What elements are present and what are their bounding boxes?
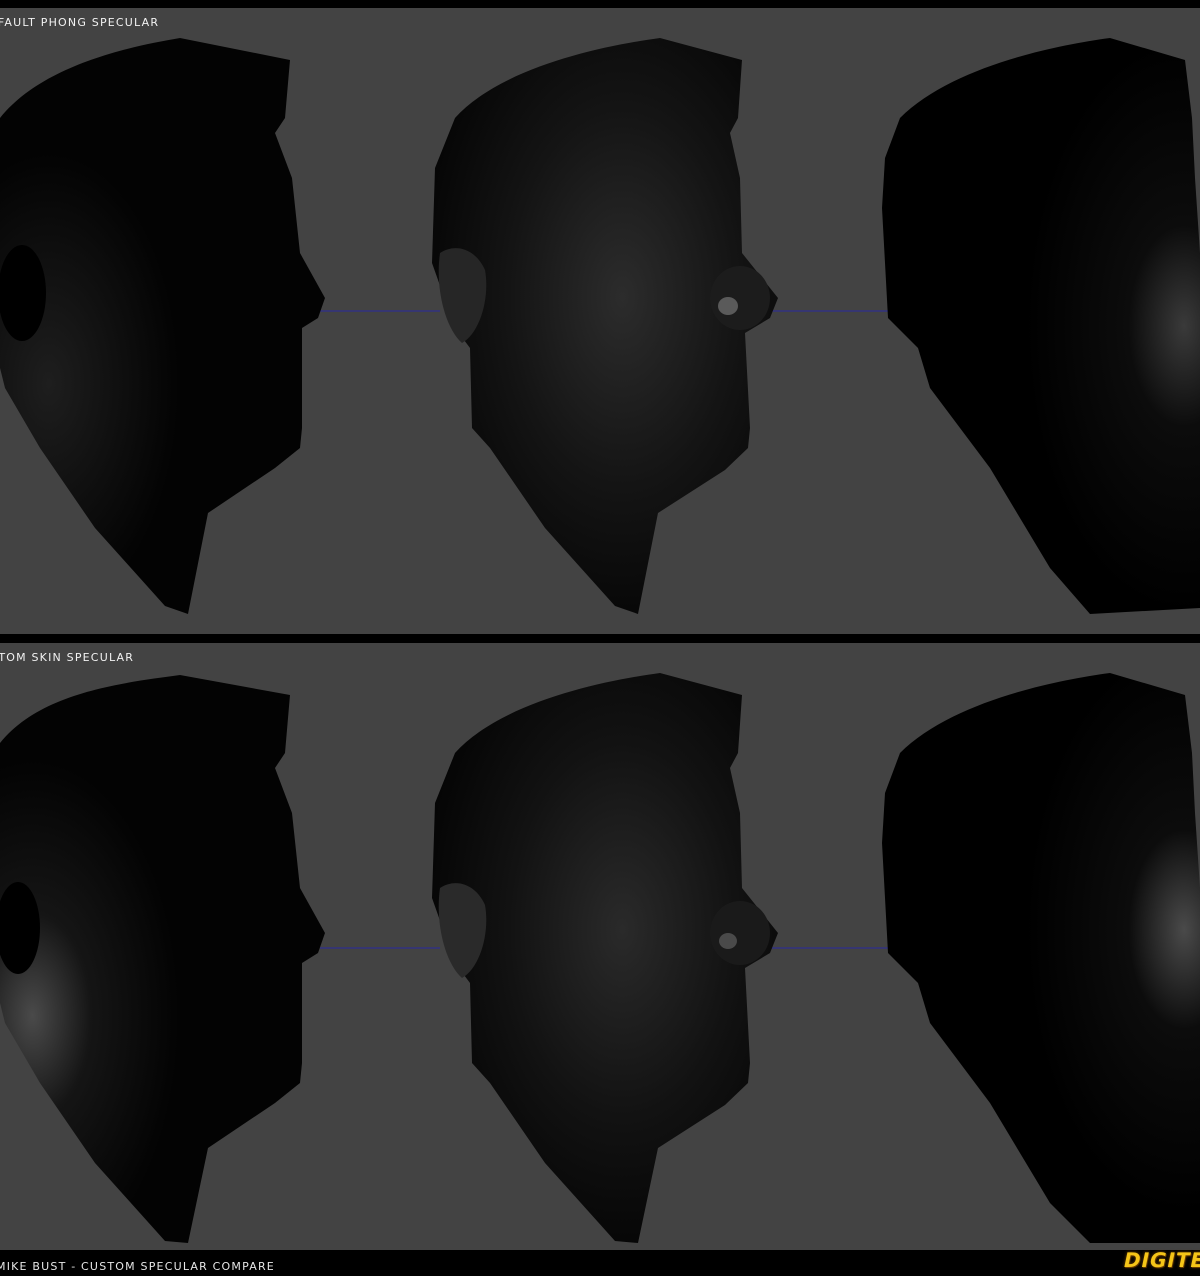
viewport-render-top — [0, 38, 1200, 614]
footer-title: Mike Bust - Custom Specular Compare — [0, 1260, 275, 1273]
head-render-left — [0, 675, 325, 1243]
head-render-left — [0, 38, 325, 614]
head-render-right — [882, 673, 1200, 1243]
digitec-logo: DIGITEC — [1120, 1244, 1200, 1274]
logo-text: DIGITEC — [1121, 1248, 1200, 1272]
head-render-right — [882, 38, 1200, 614]
viewport-top: Default Phong Specular — [0, 8, 1200, 634]
viewport-bottom: Custom Skin Specular — [0, 643, 1200, 1250]
viewport-render-bottom — [0, 673, 1200, 1243]
